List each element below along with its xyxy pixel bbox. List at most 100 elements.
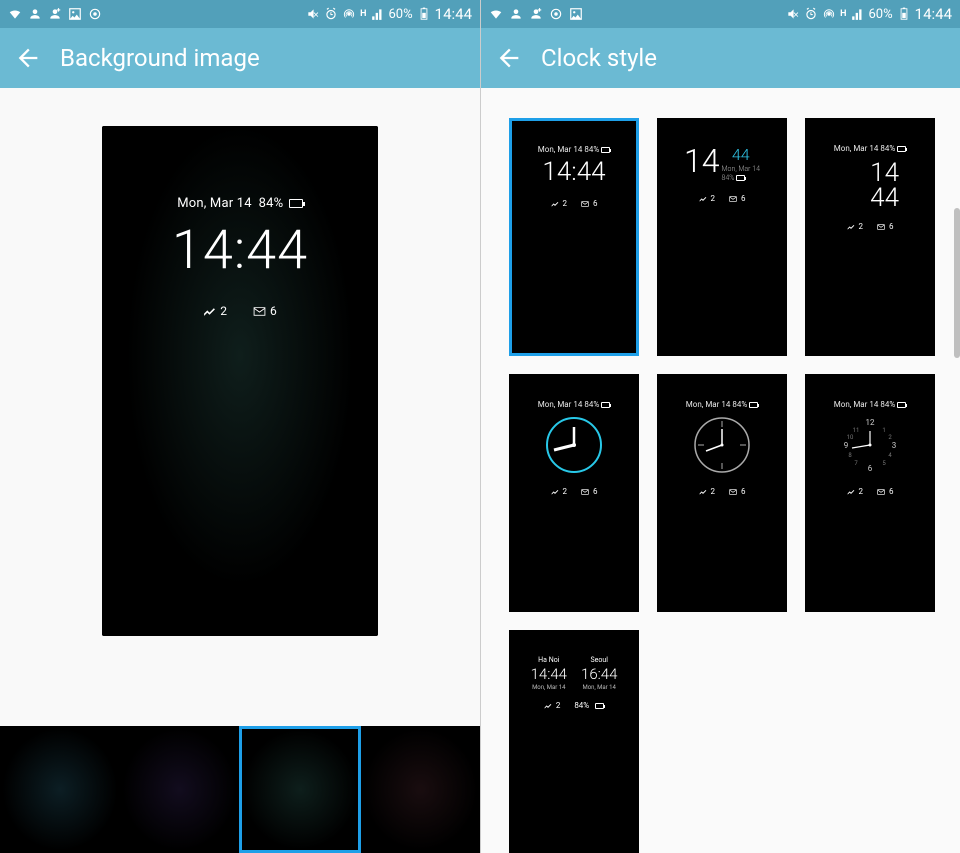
alarm-icon bbox=[324, 7, 338, 21]
mail-icon bbox=[729, 488, 737, 496]
back-icon[interactable] bbox=[14, 44, 42, 72]
clock-tile-digital-stacked[interactable]: Mon, Mar 14 84% 14 44 2 6 bbox=[805, 118, 935, 356]
battery-icon bbox=[417, 7, 431, 21]
tile-notifs: 2 6 bbox=[511, 487, 637, 496]
header-title: Background image bbox=[60, 44, 260, 72]
tile-time: 14:44 bbox=[512, 157, 636, 187]
thumb-pattern-teal-diamond[interactable] bbox=[0, 726, 120, 853]
mute-icon bbox=[786, 7, 800, 21]
missed-call-icon bbox=[847, 488, 855, 496]
right-body: Mon, Mar 14 84% 14:44 2 6 14 44 Mon, Mar… bbox=[481, 88, 960, 853]
mail-icon bbox=[581, 200, 589, 208]
mail-icon bbox=[877, 488, 885, 496]
analog-clock-icon: 12 3 6 9 1 2 4 5 7 8 10 11 bbox=[840, 415, 900, 475]
clock-style-grid: Mon, Mar 14 84% 14:44 2 6 14 44 Mon, Mar… bbox=[509, 118, 949, 853]
scrollbar[interactable] bbox=[954, 208, 960, 358]
clock-tile-analog-cyan[interactable]: Mon, Mar 14 84% 2 6 bbox=[509, 374, 639, 612]
hotspot-icon bbox=[822, 7, 836, 21]
image-icon bbox=[68, 7, 82, 21]
tile-notifs: 2 6 bbox=[807, 487, 933, 496]
tile-date-line: Mon, Mar 14 84% bbox=[512, 145, 636, 154]
clock-tile-analog-numbers[interactable]: Mon, Mar 14 84% 12 3 6 9 1 2 4 5 7 8 10 … bbox=[805, 374, 935, 612]
header-title: Clock style bbox=[541, 44, 657, 72]
preview-time: 14:44 bbox=[102, 219, 378, 282]
status-bar: H 60% 14:44 bbox=[481, 0, 960, 28]
clock-tile-dual[interactable]: Ha Noi 14:44 Mon, Mar 14 Seoul 16:44 Mon… bbox=[509, 630, 639, 853]
left-body: Mon, Mar 14 84% 14:44 2 6 bbox=[0, 88, 480, 853]
svg-text:5: 5 bbox=[882, 460, 886, 467]
tile-time: 14 44 bbox=[807, 161, 933, 210]
message-count: 6 bbox=[270, 304, 277, 318]
battery-icon bbox=[897, 402, 906, 408]
wifi-icon bbox=[489, 7, 503, 21]
status-right: H 60% 14:44 bbox=[786, 5, 952, 23]
missed-call-icon bbox=[699, 488, 707, 496]
person-icon bbox=[28, 7, 42, 21]
screen-background-image: H 60% 14:44 Background image Mon, Mar 14… bbox=[0, 0, 480, 853]
network-indicator: H bbox=[360, 9, 366, 19]
signal-icon bbox=[851, 7, 865, 21]
network-indicator: H bbox=[840, 9, 846, 19]
signal-icon bbox=[371, 7, 385, 21]
mail-icon bbox=[253, 305, 266, 318]
wifi-icon bbox=[8, 7, 22, 21]
svg-text:2: 2 bbox=[888, 434, 892, 441]
analog-clock-icon bbox=[692, 415, 752, 475]
missed-call-icon bbox=[544, 702, 552, 710]
thumb-pattern-purple-dots[interactable] bbox=[120, 726, 240, 853]
svg-text:1: 1 bbox=[882, 427, 885, 434]
person-icon bbox=[509, 7, 523, 21]
preview-date: Mon, Mar 14 bbox=[177, 196, 252, 211]
battery-icon bbox=[749, 402, 758, 408]
battery-icon bbox=[736, 175, 745, 181]
tile-date-line: Mon, Mar 14 84% bbox=[659, 400, 785, 409]
battery-pct: 60% bbox=[389, 7, 413, 22]
status-left bbox=[489, 7, 583, 21]
svg-text:9: 9 bbox=[844, 441, 849, 450]
missed-call-badge: 2 bbox=[203, 304, 227, 318]
tile-notifs: 2 6 bbox=[659, 194, 785, 203]
hotspot-icon bbox=[342, 7, 356, 21]
clock-tile-analog-classic[interactable]: Mon, Mar 14 84% 2 6 bbox=[657, 374, 787, 612]
tile-notifs: 2 84% bbox=[511, 701, 637, 710]
battery-icon bbox=[601, 147, 610, 153]
mail-icon bbox=[729, 195, 737, 203]
mail-icon bbox=[581, 488, 589, 496]
svg-text:3: 3 bbox=[892, 441, 897, 450]
mail-icon bbox=[877, 223, 885, 231]
preview-battery: 84% bbox=[259, 196, 284, 211]
clock-tile-digital-big[interactable]: Mon, Mar 14 84% 14:44 2 6 bbox=[509, 118, 639, 356]
status-bar: H 60% 14:44 bbox=[0, 0, 480, 28]
thumb-pattern-teal-leaves[interactable] bbox=[239, 726, 361, 853]
clock-tile-digital-split[interactable]: 14 44 Mon, Mar 14 84% 2 6 bbox=[657, 118, 787, 356]
svg-text:7: 7 bbox=[854, 460, 858, 467]
svg-text:12: 12 bbox=[866, 418, 875, 427]
battery-icon bbox=[601, 402, 610, 408]
tile-notifs: 2 6 bbox=[659, 487, 785, 496]
battery-icon bbox=[897, 146, 906, 152]
status-right: H 60% 14:44 bbox=[306, 5, 472, 23]
tile-date-line: Mon, Mar 14 84% bbox=[807, 400, 933, 409]
analog-clock-icon bbox=[544, 415, 604, 475]
battery-icon bbox=[289, 199, 303, 208]
svg-text:6: 6 bbox=[868, 464, 873, 473]
dual-clock: Ha Noi 14:44 Mon, Mar 14 Seoul 16:44 Mon… bbox=[511, 656, 637, 691]
header: Clock style bbox=[481, 28, 960, 88]
missed-call-icon bbox=[551, 200, 559, 208]
missed-call-icon bbox=[699, 195, 707, 203]
header: Background image bbox=[0, 28, 480, 88]
svg-text:11: 11 bbox=[853, 427, 860, 434]
svg-text:10: 10 bbox=[847, 434, 854, 441]
thumb-pattern-red-lattice[interactable] bbox=[361, 726, 481, 853]
target-icon bbox=[549, 7, 563, 21]
missed-call-icon bbox=[847, 223, 855, 231]
tile-date-line: Mon, Mar 14 84% bbox=[807, 144, 933, 153]
missed-call-icon bbox=[203, 305, 216, 318]
background-preview: Mon, Mar 14 84% 14:44 2 6 bbox=[102, 126, 378, 636]
screen-clock-style: H 60% 14:44 Clock style Mon, Mar 14 84% … bbox=[480, 0, 960, 853]
preview-clock: Mon, Mar 14 84% 14:44 2 6 bbox=[102, 126, 378, 318]
missed-call-count: 2 bbox=[220, 304, 227, 318]
person-plus-icon bbox=[529, 7, 543, 21]
back-icon[interactable] bbox=[495, 44, 523, 72]
preview-date-line: Mon, Mar 14 84% bbox=[102, 196, 378, 211]
